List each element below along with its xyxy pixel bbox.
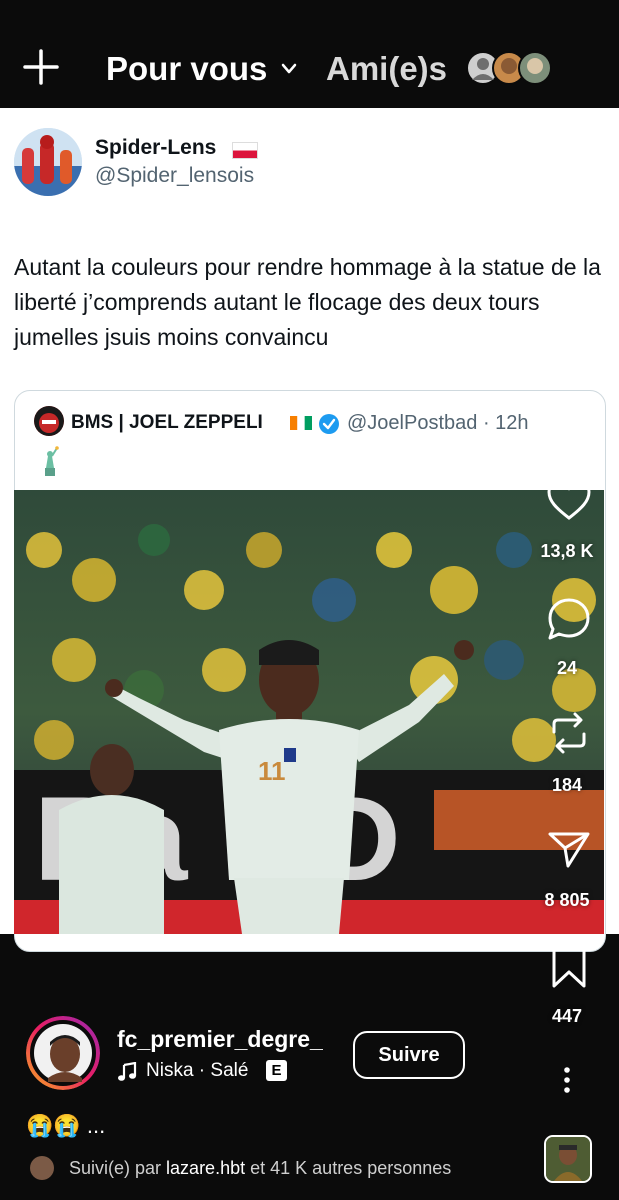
plus-icon[interactable] bbox=[22, 48, 60, 86]
svg-text:11: 11 bbox=[258, 756, 286, 786]
explicit-badge: E bbox=[266, 1060, 287, 1081]
tab-friends[interactable]: Ami(e)s bbox=[326, 50, 447, 88]
post-caption[interactable]: 😭😭 ... bbox=[26, 1113, 105, 1139]
quoted-author-name[interactable]: BMS | JOEL ZEPPELI bbox=[71, 412, 263, 434]
poster-username[interactable]: fc_premier_degre_ bbox=[117, 1026, 323, 1053]
verified-badge-icon bbox=[319, 414, 339, 434]
repost-icon[interactable] bbox=[546, 710, 592, 756]
friends-avatars[interactable] bbox=[465, 50, 555, 86]
tweet-author-handle[interactable]: @Spider_lensois bbox=[95, 164, 254, 188]
tweet-author-name[interactable]: Spider-Lens bbox=[95, 136, 216, 160]
poster-avatar[interactable] bbox=[26, 1016, 100, 1090]
comment-icon[interactable] bbox=[546, 596, 592, 642]
quoted-handle-time[interactable]: @JoelPostbad · 12h bbox=[347, 412, 529, 435]
statue-of-liberty-icon bbox=[45, 446, 59, 476]
audio-thumbnail[interactable] bbox=[544, 1135, 592, 1183]
music-track[interactable]: Niska · Salé bbox=[146, 1060, 248, 1082]
ivory-coast-flag-icon bbox=[290, 416, 312, 430]
likes-count: 13,8 K bbox=[540, 541, 594, 561]
followed-user[interactable]: lazare.hbt bbox=[166, 1158, 245, 1178]
tab-for-you[interactable]: Pour vous bbox=[106, 50, 267, 88]
reposts-count: 184 bbox=[551, 775, 583, 795]
more-vertical-icon[interactable] bbox=[558, 1066, 576, 1094]
poland-flag-icon bbox=[232, 142, 258, 159]
followed-by-text[interactable]: Suivi(e) par lazare.hbt et 41 K autres p… bbox=[69, 1158, 451, 1179]
post-photo[interactable]: Ra D 11 bbox=[14, 490, 604, 934]
music-note-icon bbox=[118, 1062, 137, 1081]
comments-count: 24 bbox=[556, 658, 578, 678]
follower-avatar[interactable] bbox=[30, 1156, 54, 1180]
tweet-text: Autant la couleurs pour rendre hommage à… bbox=[14, 254, 601, 350]
followed-prefix: Suivi(e) par bbox=[69, 1158, 162, 1178]
heart-icon[interactable] bbox=[546, 478, 592, 524]
followed-suffix: et 41 K autres personnes bbox=[250, 1158, 452, 1178]
bookmark-icon[interactable] bbox=[546, 944, 592, 990]
tweet-author-avatar[interactable] bbox=[14, 128, 82, 196]
shares-count: 8 805 bbox=[544, 890, 590, 910]
saves-count: 447 bbox=[551, 1006, 583, 1026]
follow-button[interactable]: Suivre bbox=[353, 1031, 465, 1079]
share-icon[interactable] bbox=[546, 826, 592, 872]
quoted-author-avatar[interactable] bbox=[34, 406, 64, 436]
chevron-down-icon[interactable] bbox=[280, 62, 298, 76]
